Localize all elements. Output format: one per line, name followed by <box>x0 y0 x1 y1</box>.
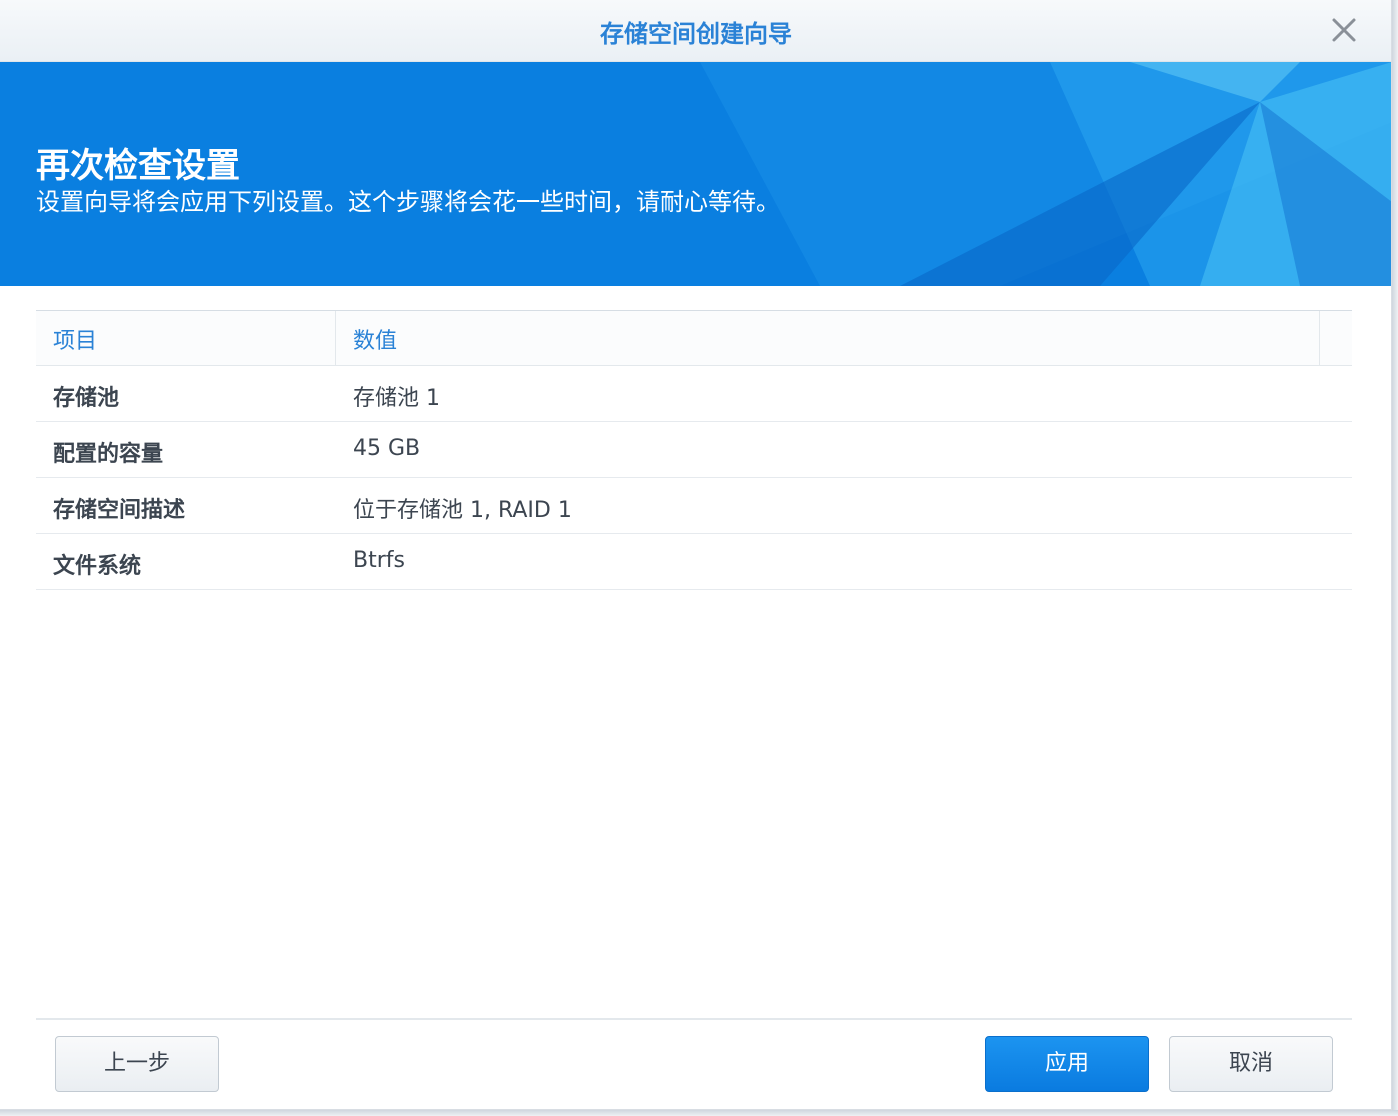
row-value: Btrfs <box>353 548 405 573</box>
row-key: 存储池 <box>53 386 120 411</box>
table-header: 项目 数值 <box>36 311 1352 366</box>
page-heading: 再次检查设置 <box>36 146 240 186</box>
table-row: 文件系统 Btrfs <box>36 534 1352 590</box>
title-bar[interactable]: 存储空间创建向导 <box>0 0 1391 62</box>
previous-button[interactable]: 上一步 <box>55 1036 219 1092</box>
table-row: 存储空间描述 位于存储池 1, RAID 1 <box>36 478 1352 534</box>
row-key: 存储空间描述 <box>53 498 186 523</box>
row-key: 配置的容量 <box>53 442 164 467</box>
column-header-value[interactable]: 数值 <box>336 311 1320 366</box>
table-row: 存储池 存储池 1 <box>36 366 1352 422</box>
footer-divider <box>36 1018 1352 1020</box>
window-edge-right <box>1392 0 1398 1116</box>
column-header-item[interactable]: 项目 <box>36 311 336 366</box>
row-value: 存储池 1 <box>353 386 440 411</box>
apply-button[interactable]: 应用 <box>985 1036 1149 1092</box>
storage-wizard-dialog: 存储空间创建向导 再次检查设置 设置向导将会应用下列设置。这个步骤将会花一些时间… <box>0 0 1392 1110</box>
close-button[interactable] <box>1326 12 1362 48</box>
row-key: 文件系统 <box>53 554 142 579</box>
wizard-banner: 再次检查设置 设置向导将会应用下列设置。这个步骤将会花一些时间，请耐心等待。 <box>0 62 1391 286</box>
window-title: 存储空间创建向导 <box>600 20 792 48</box>
row-value: 位于存储池 1, RAID 1 <box>353 498 572 523</box>
cancel-button[interactable]: 取消 <box>1169 1036 1333 1092</box>
close-icon <box>1332 18 1356 42</box>
table-row: 配置的容量 45 GB <box>36 422 1352 478</box>
window-edge-bottom <box>0 1110 1398 1116</box>
column-header-value-label: 数值 <box>353 329 398 354</box>
row-value: 45 GB <box>353 436 421 461</box>
column-header-item-label: 项目 <box>53 329 98 354</box>
summary-table: 项目 数值 存储池 存储池 1 配置的容量 45 GB 存储空间描述 位于存储池… <box>36 310 1352 590</box>
page-subtitle: 设置向导将会应用下列设置。这个步骤将会花一些时间，请耐心等待。 <box>36 188 780 216</box>
